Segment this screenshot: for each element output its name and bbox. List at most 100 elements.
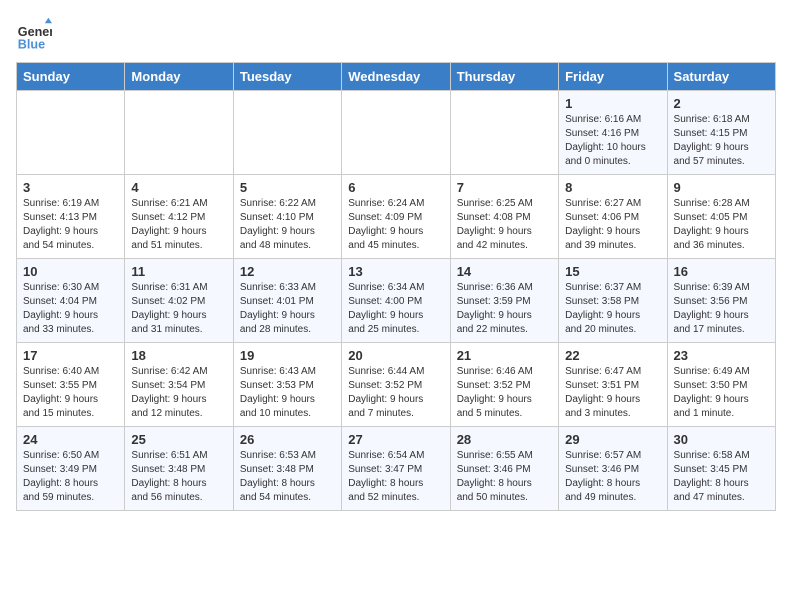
- day-number: 15: [565, 264, 660, 279]
- day-info: Sunrise: 6:46 AM Sunset: 3:52 PM Dayligh…: [457, 365, 552, 421]
- day-info: Sunrise: 6:30 AM Sunset: 4:04 PM Dayligh…: [23, 281, 118, 337]
- calendar-cell: 22Sunrise: 6:47 AM Sunset: 3:51 PM Dayli…: [559, 343, 667, 427]
- day-number: 24: [23, 432, 118, 447]
- day-info: Sunrise: 6:39 AM Sunset: 3:56 PM Dayligh…: [674, 281, 769, 337]
- calendar-cell: 6Sunrise: 6:24 AM Sunset: 4:09 PM Daylig…: [342, 175, 450, 259]
- day-info: Sunrise: 6:44 AM Sunset: 3:52 PM Dayligh…: [348, 365, 443, 421]
- day-info: Sunrise: 6:31 AM Sunset: 4:02 PM Dayligh…: [131, 281, 226, 337]
- day-number: 10: [23, 264, 118, 279]
- day-info: Sunrise: 6:40 AM Sunset: 3:55 PM Dayligh…: [23, 365, 118, 421]
- day-number: 19: [240, 348, 335, 363]
- day-number: 13: [348, 264, 443, 279]
- calendar-week-2: 3 Sunrise: 6:19 AM Sunset: 4:13 PM Daylig…: [17, 175, 776, 259]
- calendar-cell: 30 Sunrise: 6:58 AM Sunset: 3:45 PM Dayli…: [667, 427, 775, 511]
- calendar-cell: 19 Sunrise: 6:43 AM Sunset: 3:53 PM Dayli…: [233, 343, 341, 427]
- calendar-cell: 5 Sunrise: 6:22 AM Sunset: 4:10 PM Daylig…: [233, 175, 341, 259]
- day-info: Sunrise: 6:28 AM Sunset: 4:05 PM Dayligh…: [674, 197, 769, 253]
- col-header-friday: Friday: [559, 63, 667, 91]
- col-header-saturday: Saturday: [667, 63, 775, 91]
- day-number: 20: [348, 348, 443, 363]
- day-number: 26: [240, 432, 335, 447]
- day-info: Sunrise: 6:25 AM Sunset: 4:08 PM Dayligh…: [457, 197, 552, 253]
- calendar-header: SundayMondayTuesdayWednesdayThursdayFrid…: [17, 63, 776, 91]
- day-info: Sunrise: 6:33 AM Sunset: 4:01 PM Dayligh…: [240, 281, 335, 337]
- calendar-cell: 13 Sunrise: 6:34 AM Sunset: 4:00 PM Dayli…: [342, 259, 450, 343]
- calendar-cell: 4 Sunrise: 6:21 AM Sunset: 4:12 PM Daylig…: [125, 175, 233, 259]
- calendar-cell: 18 Sunrise: 6:42 AM Sunset: 3:54 PM Dayli…: [125, 343, 233, 427]
- day-number: 3: [23, 180, 118, 195]
- calendar-cell: 14Sunrise: 6:36 AM Sunset: 3:59 PM Dayli…: [450, 259, 558, 343]
- calendar-cell: 11 Sunrise: 6:31 AM Sunset: 4:02 PM Dayli…: [125, 259, 233, 343]
- day-number: 23: [674, 348, 769, 363]
- day-number: 9: [674, 180, 769, 195]
- day-number: 21: [457, 348, 552, 363]
- day-info: Sunrise: 6:22 AM Sunset: 4:10 PM Dayligh…: [240, 197, 335, 253]
- calendar-cell: 7 Sunrise: 6:25 AM Sunset: 4:08 PM Daylig…: [450, 175, 558, 259]
- calendar-cell: 17 Sunrise: 6:40 AM Sunset: 3:55 PM Dayli…: [17, 343, 125, 427]
- day-info: Sunrise: 6:37 AM Sunset: 3:58 PM Dayligh…: [565, 281, 660, 337]
- calendar-cell: 27Sunrise: 6:54 AM Sunset: 3:47 PM Dayli…: [342, 427, 450, 511]
- day-number: 12: [240, 264, 335, 279]
- calendar-cell: [17, 91, 125, 175]
- day-number: 11: [131, 264, 226, 279]
- calendar-cell: [342, 91, 450, 175]
- day-number: 5: [240, 180, 335, 195]
- day-number: 27: [348, 432, 443, 447]
- day-info: Sunrise: 6:42 AM Sunset: 3:54 PM Dayligh…: [131, 365, 226, 421]
- day-info: Sunrise: 6:27 AM Sunset: 4:06 PM Dayligh…: [565, 197, 660, 253]
- day-info: Sunrise: 6:24 AM Sunset: 4:09 PM Dayligh…: [348, 197, 443, 253]
- day-info: Sunrise: 6:36 AM Sunset: 3:59 PM Dayligh…: [457, 281, 552, 337]
- day-info: Sunrise: 6:57 AM Sunset: 3:46 PM Dayligh…: [565, 449, 660, 505]
- logo: General Blue: [16, 16, 58, 52]
- day-number: 18: [131, 348, 226, 363]
- day-info: Sunrise: 6:21 AM Sunset: 4:12 PM Dayligh…: [131, 197, 226, 253]
- calendar-cell: 16Sunrise: 6:39 AM Sunset: 3:56 PM Dayli…: [667, 259, 775, 343]
- col-header-monday: Monday: [125, 63, 233, 91]
- calendar-cell: 28 Sunrise: 6:55 AM Sunset: 3:46 PM Dayli…: [450, 427, 558, 511]
- day-info: Sunrise: 6:50 AM Sunset: 3:49 PM Dayligh…: [23, 449, 118, 505]
- day-number: 4: [131, 180, 226, 195]
- calendar-cell: 15 Sunrise: 6:37 AM Sunset: 3:58 PM Dayli…: [559, 259, 667, 343]
- day-info: Sunrise: 6:53 AM Sunset: 3:48 PM Dayligh…: [240, 449, 335, 505]
- day-info: Sunrise: 6:49 AM Sunset: 3:50 PM Dayligh…: [674, 365, 769, 421]
- day-info: Sunrise: 6:55 AM Sunset: 3:46 PM Dayligh…: [457, 449, 552, 505]
- day-info: Sunrise: 6:51 AM Sunset: 3:48 PM Dayligh…: [131, 449, 226, 505]
- day-info: Sunrise: 6:43 AM Sunset: 3:53 PM Dayligh…: [240, 365, 335, 421]
- calendar-cell: [125, 91, 233, 175]
- calendar-cell: 21 Sunrise: 6:46 AM Sunset: 3:52 PM Dayli…: [450, 343, 558, 427]
- col-header-wednesday: Wednesday: [342, 63, 450, 91]
- day-info: Sunrise: 6:34 AM Sunset: 4:00 PM Dayligh…: [348, 281, 443, 337]
- calendar-cell: 8 Sunrise: 6:27 AM Sunset: 4:06 PM Daylig…: [559, 175, 667, 259]
- day-number: 29: [565, 432, 660, 447]
- calendar-cell: 23 Sunrise: 6:49 AM Sunset: 3:50 PM Dayli…: [667, 343, 775, 427]
- day-number: 28: [457, 432, 552, 447]
- calendar-cell: [450, 91, 558, 175]
- calendar-body: 1Sunrise: 6:16 AM Sunset: 4:16 PM Daylig…: [17, 91, 776, 511]
- svg-text:Blue: Blue: [18, 37, 45, 51]
- day-number: 8: [565, 180, 660, 195]
- col-header-thursday: Thursday: [450, 63, 558, 91]
- day-number: 1: [565, 96, 660, 111]
- calendar-week-3: 10 Sunrise: 6:30 AM Sunset: 4:04 PM Dayli…: [17, 259, 776, 343]
- day-number: 25: [131, 432, 226, 447]
- calendar-cell: 26 Sunrise: 6:53 AM Sunset: 3:48 PM Dayli…: [233, 427, 341, 511]
- calendar-cell: 3 Sunrise: 6:19 AM Sunset: 4:13 PM Daylig…: [17, 175, 125, 259]
- day-number: 2: [674, 96, 769, 111]
- calendar-table: SundayMondayTuesdayWednesdayThursdayFrid…: [16, 62, 776, 511]
- day-info: Sunrise: 6:18 AM Sunset: 4:15 PM Dayligh…: [674, 113, 769, 169]
- calendar-cell: 24 Sunrise: 6:50 AM Sunset: 3:49 PM Dayli…: [17, 427, 125, 511]
- calendar-cell: 10 Sunrise: 6:30 AM Sunset: 4:04 PM Dayli…: [17, 259, 125, 343]
- day-number: 17: [23, 348, 118, 363]
- day-info: Sunrise: 6:47 AM Sunset: 3:51 PM Dayligh…: [565, 365, 660, 421]
- day-info: Sunrise: 6:58 AM Sunset: 3:45 PM Dayligh…: [674, 449, 769, 505]
- calendar-cell: 20 Sunrise: 6:44 AM Sunset: 3:52 PM Dayli…: [342, 343, 450, 427]
- calendar-cell: 25 Sunrise: 6:51 AM Sunset: 3:48 PM Dayli…: [125, 427, 233, 511]
- calendar-cell: 12 Sunrise: 6:33 AM Sunset: 4:01 PM Dayli…: [233, 259, 341, 343]
- calendar-cell: 9 Sunrise: 6:28 AM Sunset: 4:05 PM Daylig…: [667, 175, 775, 259]
- day-number: 30: [674, 432, 769, 447]
- calendar-week-4: 17 Sunrise: 6:40 AM Sunset: 3:55 PM Dayli…: [17, 343, 776, 427]
- day-info: Sunrise: 6:19 AM Sunset: 4:13 PM Dayligh…: [23, 197, 118, 253]
- day-number: 7: [457, 180, 552, 195]
- logo-icon: General Blue: [16, 16, 52, 52]
- calendar-week-1: 1Sunrise: 6:16 AM Sunset: 4:16 PM Daylig…: [17, 91, 776, 175]
